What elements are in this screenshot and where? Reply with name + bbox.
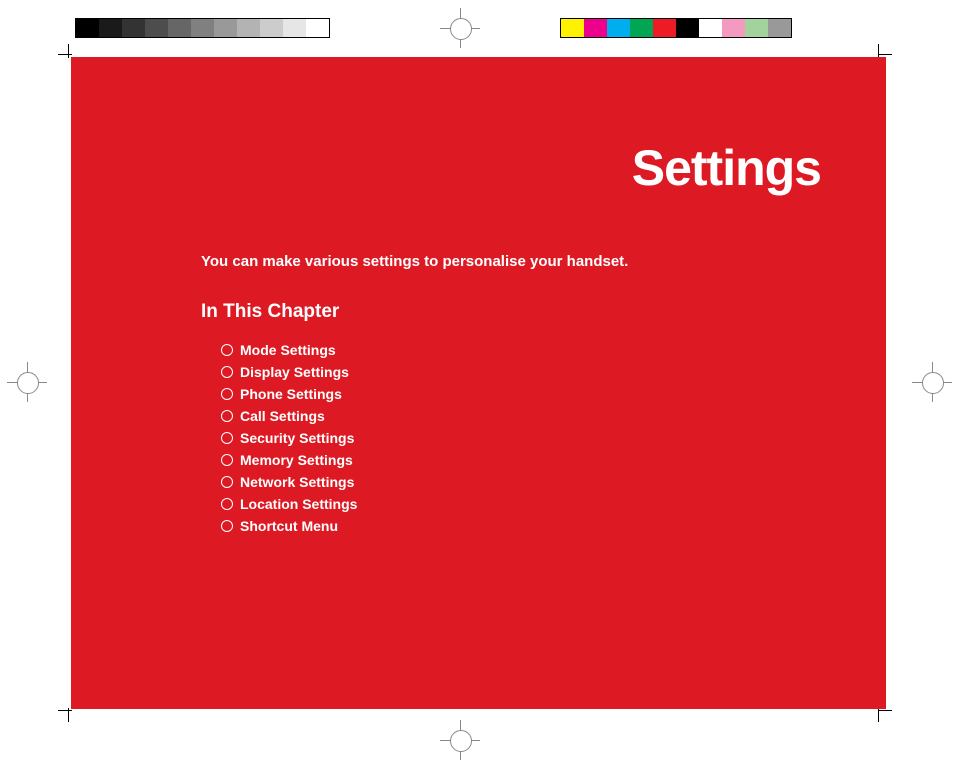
chapter-list-item: Mode Settings bbox=[221, 339, 357, 361]
chapter-item-label: Shortcut Menu bbox=[240, 515, 338, 537]
chapter-item-label: Call Settings bbox=[240, 405, 325, 427]
bullet-icon bbox=[221, 498, 233, 510]
chapter-list: Mode SettingsDisplay SettingsPhone Setti… bbox=[221, 339, 357, 537]
swatch bbox=[607, 19, 630, 37]
color-bar bbox=[560, 18, 792, 38]
page-body: Settings You can make various settings t… bbox=[71, 57, 886, 709]
bullet-icon bbox=[221, 344, 233, 356]
swatch bbox=[214, 19, 237, 37]
chapter-list-item: Display Settings bbox=[221, 361, 357, 383]
swatch bbox=[768, 19, 791, 37]
swatch bbox=[168, 19, 191, 37]
chapter-heading: In This Chapter bbox=[201, 301, 339, 323]
chapter-item-label: Phone Settings bbox=[240, 383, 342, 405]
chapter-list-item: Shortcut Menu bbox=[221, 515, 357, 537]
intro-text: You can make various settings to persona… bbox=[201, 253, 628, 270]
chapter-item-label: Security Settings bbox=[240, 427, 354, 449]
registration-mark-right bbox=[912, 362, 952, 402]
swatch bbox=[630, 19, 653, 37]
registration-mark-top bbox=[440, 8, 480, 48]
swatch bbox=[306, 19, 329, 37]
chapter-list-item: Network Settings bbox=[221, 471, 357, 493]
swatch bbox=[237, 19, 260, 37]
swatch bbox=[260, 19, 283, 37]
registration-mark-left bbox=[7, 362, 47, 402]
swatch bbox=[99, 19, 122, 37]
swatch bbox=[76, 19, 99, 37]
chapter-list-item: Call Settings bbox=[221, 405, 357, 427]
bullet-icon bbox=[221, 410, 233, 422]
swatch bbox=[584, 19, 607, 37]
chapter-list-item: Memory Settings bbox=[221, 449, 357, 471]
grayscale-ramp bbox=[75, 18, 330, 38]
chapter-list-item: Location Settings bbox=[221, 493, 357, 515]
swatch bbox=[561, 19, 584, 37]
bullet-icon bbox=[221, 366, 233, 378]
swatch bbox=[145, 19, 168, 37]
bullet-icon bbox=[221, 476, 233, 488]
swatch bbox=[283, 19, 306, 37]
swatch bbox=[676, 19, 699, 37]
swatch bbox=[653, 19, 676, 37]
bullet-icon bbox=[221, 454, 233, 466]
bullet-icon bbox=[221, 520, 233, 532]
chapter-item-label: Memory Settings bbox=[240, 449, 353, 471]
chapter-list-item: Phone Settings bbox=[221, 383, 357, 405]
swatch bbox=[191, 19, 214, 37]
registration-mark-bottom bbox=[440, 720, 480, 760]
swatch bbox=[722, 19, 745, 37]
swatch bbox=[745, 19, 768, 37]
chapter-item-label: Mode Settings bbox=[240, 339, 336, 361]
swatch bbox=[122, 19, 145, 37]
chapter-list-item: Security Settings bbox=[221, 427, 357, 449]
chapter-item-label: Location Settings bbox=[240, 493, 357, 515]
page-title: Settings bbox=[632, 139, 821, 197]
bullet-icon bbox=[221, 388, 233, 400]
bullet-icon bbox=[221, 432, 233, 444]
chapter-item-label: Network Settings bbox=[240, 471, 354, 493]
chapter-item-label: Display Settings bbox=[240, 361, 349, 383]
swatch bbox=[699, 19, 722, 37]
